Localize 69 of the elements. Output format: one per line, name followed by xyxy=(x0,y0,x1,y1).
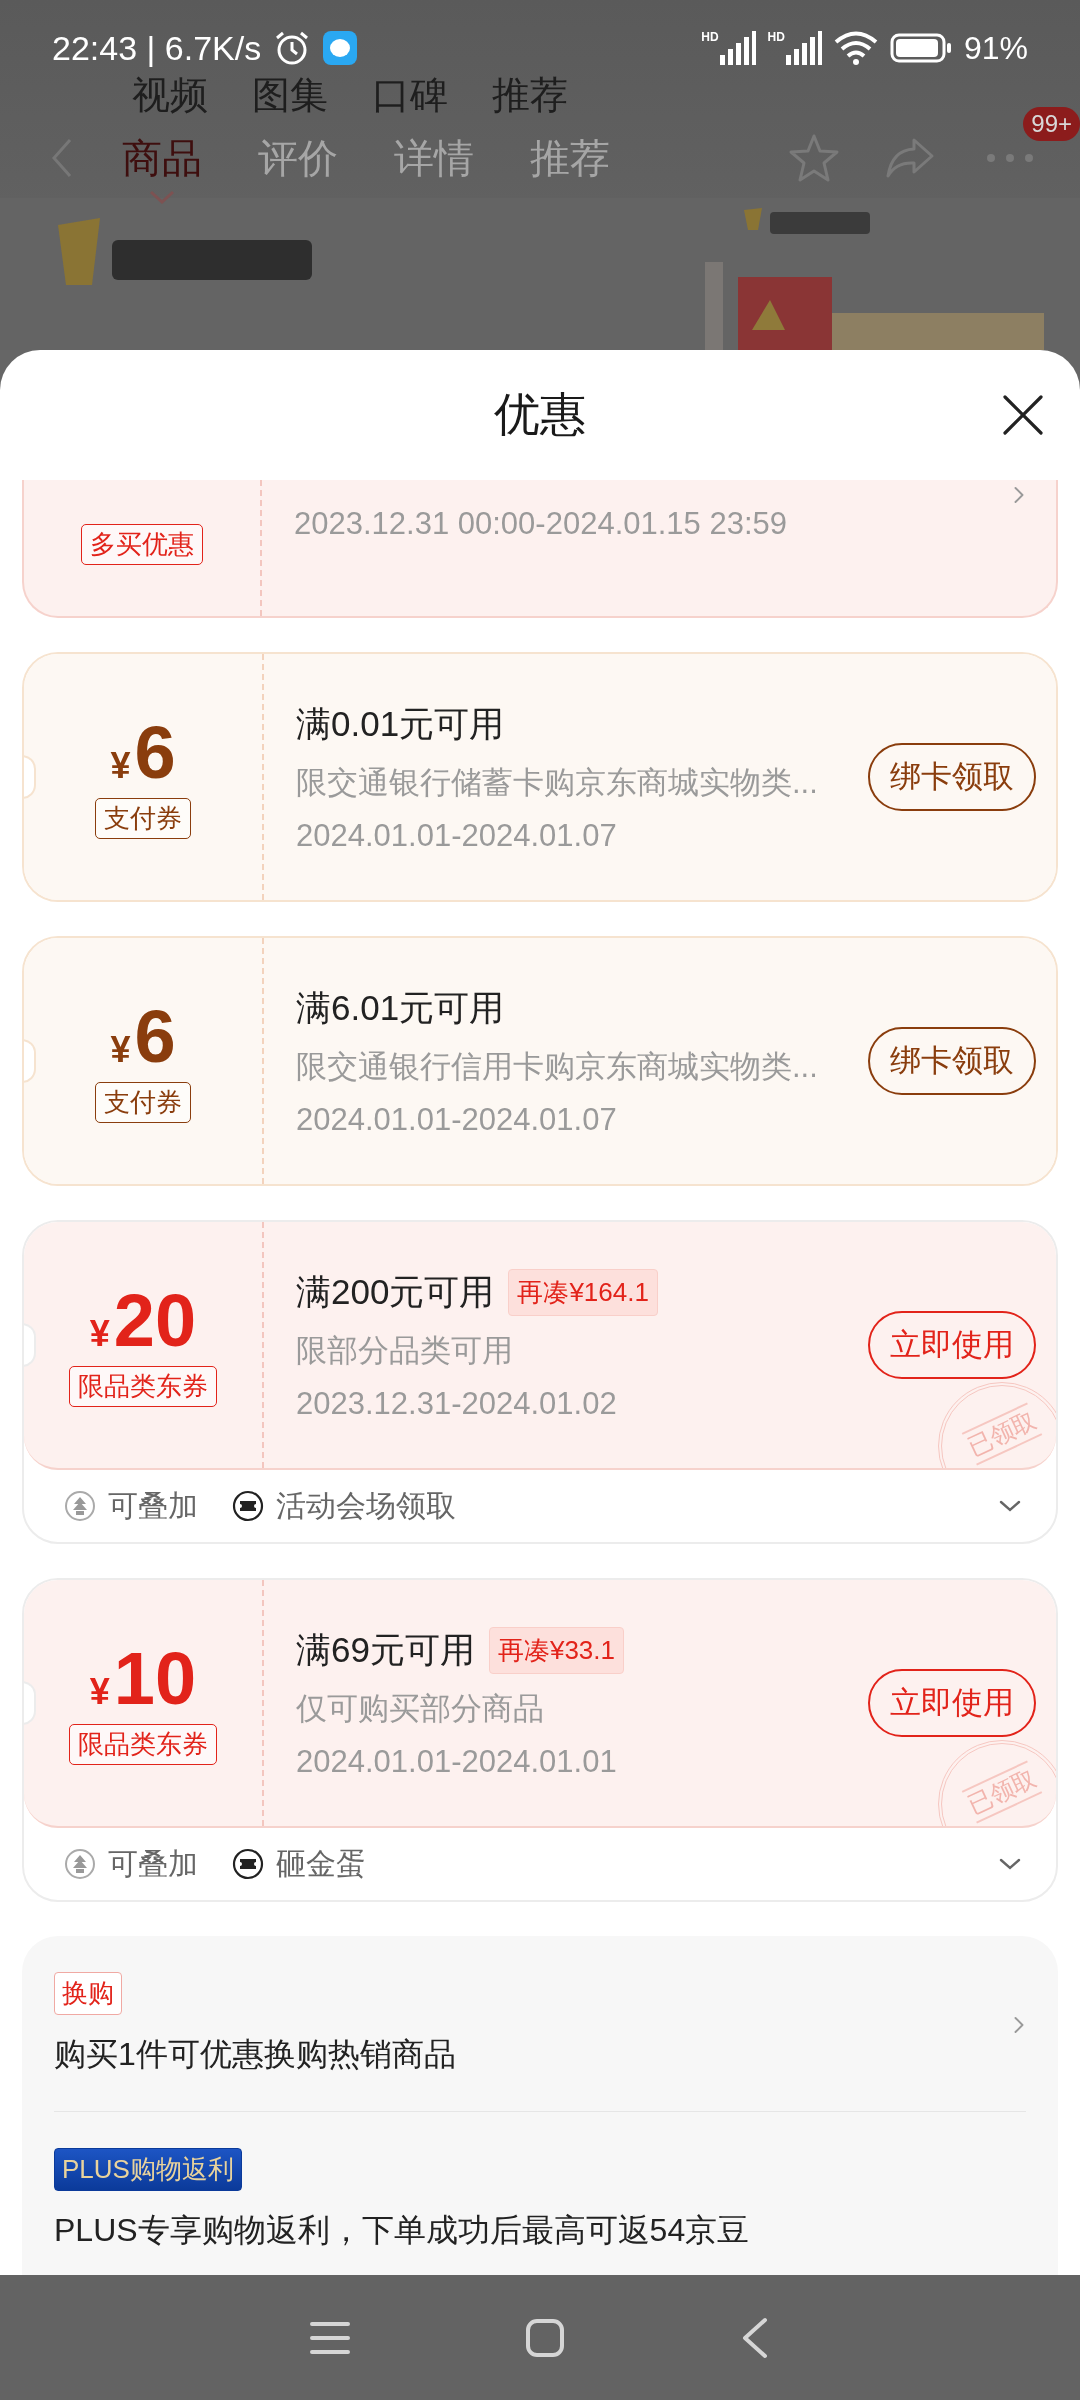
coupon-amount: ¥6 xyxy=(110,715,176,790)
home-icon[interactable] xyxy=(525,2317,565,2358)
media-tab[interactable]: 图集 xyxy=(252,69,328,121)
coupon-description: 限交通银行信用卡购京东商城实物类... xyxy=(296,1047,819,1086)
use-now-button[interactable]: 立即使用 xyxy=(868,1311,1036,1379)
nav-tab[interactable]: 评价 xyxy=(258,130,338,186)
signal-icon xyxy=(719,31,756,65)
coupon-threshold: 满69元可用 xyxy=(296,1628,475,1671)
use-now-button[interactable]: 立即使用 xyxy=(868,1669,1036,1737)
close-icon xyxy=(1002,394,1044,436)
back-icon[interactable] xyxy=(740,2315,770,2360)
coupon-threshold: 满6.01元可用 xyxy=(296,986,505,1029)
app-icon xyxy=(323,31,358,65)
coupon-validity: 2024.01.01-2024.01.07 xyxy=(296,1101,618,1138)
nav-tab[interactable]: 详情 xyxy=(394,130,474,186)
chevron-right-icon[interactable] xyxy=(1012,484,1026,506)
coupon-description: 仅可购买部分商品 xyxy=(296,1689,545,1728)
coupon-amount: ¥10 xyxy=(89,1641,197,1716)
nav-tab[interactable]: 商品 xyxy=(122,130,202,186)
promotion-tag: 换购 xyxy=(54,1972,122,2015)
stack-icon xyxy=(64,1490,96,1522)
media-tab[interactable]: 视频 xyxy=(132,69,208,121)
promotion-tag: PLUS购物返利 xyxy=(54,2148,242,2191)
shortfall-tag: 再凑¥164.1 xyxy=(508,1268,658,1316)
coupon-feature-label: 砸金蛋 xyxy=(276,1845,366,1882)
coupon-validity: 2024.01.01-2024.01.01 xyxy=(296,1743,618,1780)
claim-button[interactable]: 绑卡领取 xyxy=(868,743,1036,811)
expand-chevron-icon[interactable] xyxy=(998,1499,1022,1513)
star-icon[interactable] xyxy=(788,133,840,183)
claim-button[interactable]: 绑卡领取 xyxy=(868,1027,1036,1095)
shortfall-tag: 再凑¥33.1 xyxy=(488,1626,624,1674)
coupon-type-tag: 支付券 xyxy=(95,797,191,839)
menu-icon[interactable] xyxy=(310,2320,350,2355)
coupon-amount: ¥6 xyxy=(110,999,176,1074)
coupon-feature-label: 可叠加 xyxy=(108,1845,198,1882)
media-tab[interactable]: 口碑 xyxy=(372,69,448,121)
coupon-threshold: 满200元可用 xyxy=(296,1270,495,1313)
network-type-label: HD xyxy=(701,31,719,43)
offer-type-tag: 多买优惠 xyxy=(81,524,203,565)
coupon-description: 限交通银行储蓄卡购京东商城实物类... xyxy=(296,763,819,802)
promotion-text: PLUS专享购物返利，下单成功后最高可返54京豆 xyxy=(54,2211,750,2250)
selected-caret-icon xyxy=(149,189,175,204)
status-time: 22:43 | 6.7K/s xyxy=(52,28,262,68)
coupon-type-tag: 支付券 xyxy=(95,1081,191,1123)
nav-tab[interactable]: 推荐 xyxy=(530,130,610,186)
sheet-title: 优惠 xyxy=(494,387,586,442)
battery-icon xyxy=(889,33,952,63)
network-type-label: HD xyxy=(767,31,785,43)
expand-chevron-icon[interactable] xyxy=(998,1857,1022,1871)
wifi-icon xyxy=(833,31,878,65)
battery-level: 91% xyxy=(963,29,1028,67)
close-button[interactable] xyxy=(1002,394,1044,436)
coupon-type-tag: 限品类东券 xyxy=(69,1365,217,1407)
coupon-feature-label: 可叠加 xyxy=(108,1487,198,1524)
promotion-text: 购买1件可优惠换购热销商品 xyxy=(54,2035,456,2074)
coupon-type-tag: 限品类东券 xyxy=(69,1723,217,1765)
coupon-threshold: 满0.01元可用 xyxy=(296,702,505,745)
signal-icon xyxy=(785,31,822,65)
media-tab[interactable]: 推荐 xyxy=(492,69,568,121)
coupon-validity: 2023.12.31-2024.01.02 xyxy=(296,1385,618,1422)
coupon-description: 限部分品类可用 xyxy=(296,1331,514,1370)
coupon-validity: 2024.01.01-2024.01.07 xyxy=(296,817,618,854)
offer-validity: 2023.12.31 00:00-2024.01.15 23:59 xyxy=(294,505,788,542)
notification-badge: 99+ xyxy=(1023,107,1080,141)
coupon-amount: ¥20 xyxy=(89,1283,197,1358)
stack-icon xyxy=(64,1848,96,1880)
ticket-icon xyxy=(232,1848,264,1880)
ticket-icon xyxy=(232,1490,264,1522)
coupon-feature-label: 活动会场领取 xyxy=(276,1487,456,1524)
